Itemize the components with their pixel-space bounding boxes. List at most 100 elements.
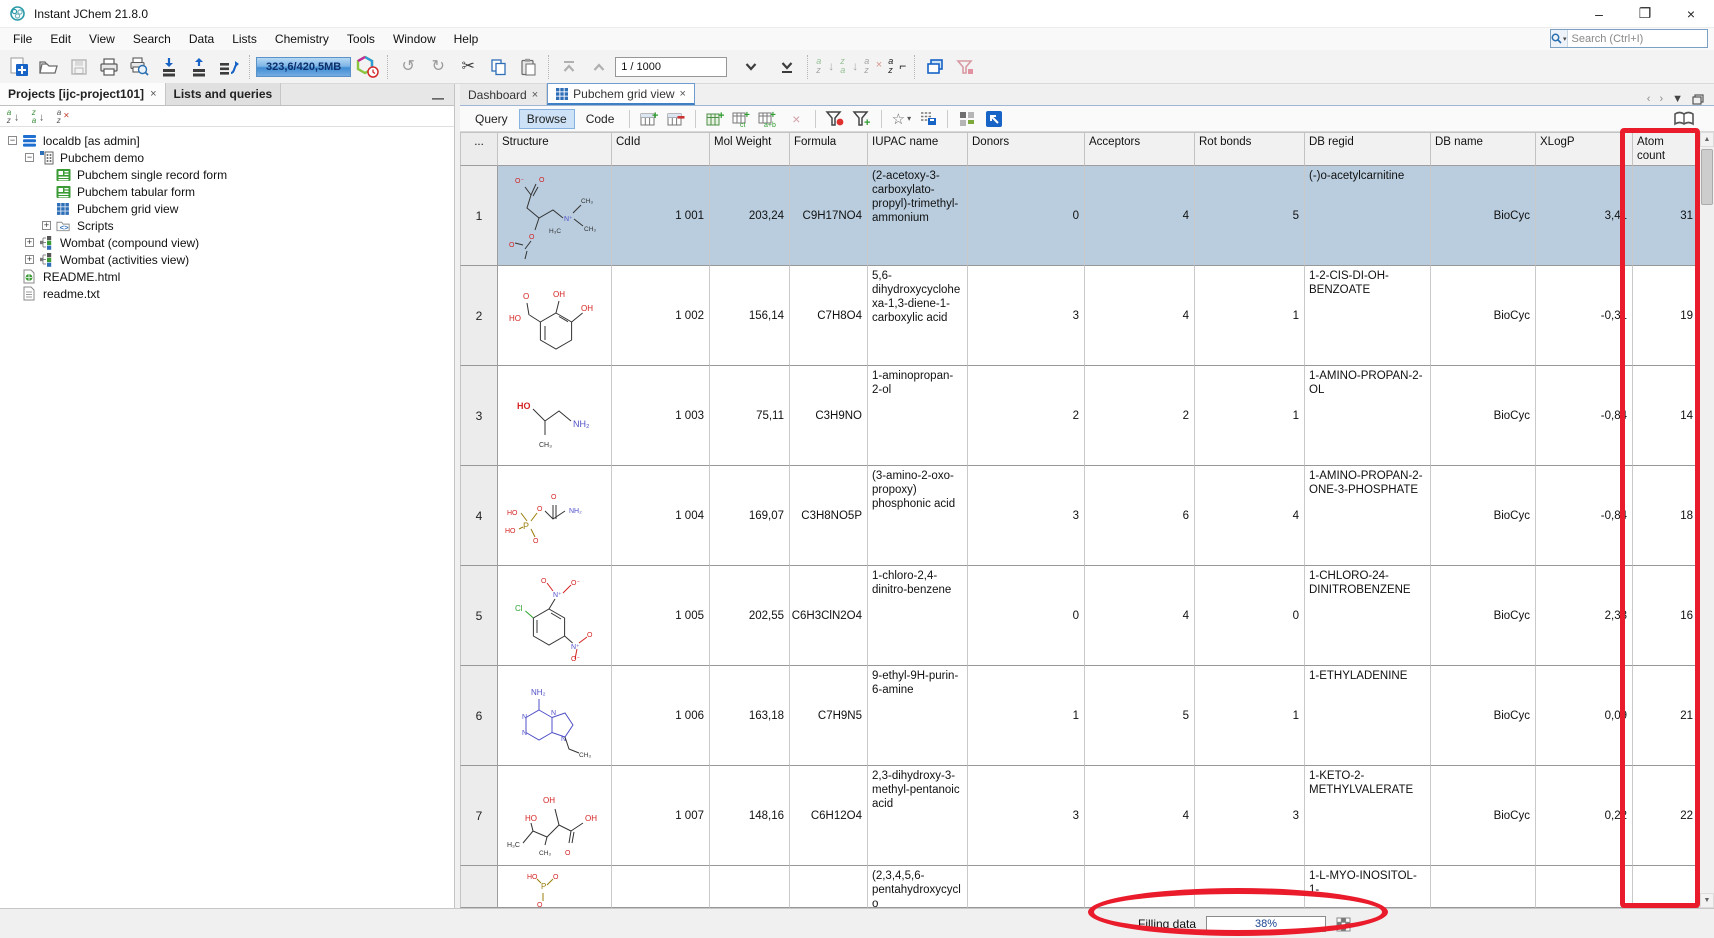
first-record-button[interactable] — [555, 54, 583, 80]
cell-acceptors[interactable]: 5 — [1085, 666, 1195, 766]
record-position-field[interactable] — [615, 57, 727, 77]
cell-db_name[interactable] — [1431, 866, 1536, 908]
row-number[interactable]: 5 — [460, 566, 498, 666]
menu-help[interactable]: Help — [445, 29, 488, 49]
cell-atom_count[interactable] — [1633, 866, 1699, 908]
grid-row[interactable]: 6NNNNNH₂CH₃1 006163,18C7H9N59-ethyl-9H-p… — [460, 666, 1699, 766]
grid-row[interactable]: 5ClN⁺OO⁻N⁺OO⁻1 005202,55C6H3ClN2O41-chlo… — [460, 566, 1699, 666]
cell-donors[interactable]: 3 — [968, 766, 1085, 866]
cell-mol_weight[interactable]: 75,11 — [710, 366, 790, 466]
filter-add-button[interactable]: + — [850, 108, 874, 130]
favorites-star-button[interactable]: ☆▾ — [889, 108, 913, 130]
cell-formula[interactable] — [790, 866, 868, 908]
row-number[interactable]: 3 — [460, 366, 498, 466]
row-number[interactable]: 6 — [460, 666, 498, 766]
cell-atom_count[interactable]: 22 — [1633, 766, 1699, 866]
cell-iupac[interactable]: 1-chloro-2,4-dinitro-benzene — [868, 566, 968, 666]
paste-button[interactable] — [514, 54, 542, 80]
scroll-tabs-right-icon[interactable]: › — [1659, 93, 1663, 105]
tab-pubchem-grid-view[interactable]: Pubchem grid view × — [547, 83, 695, 105]
cell-donors[interactable]: 2 — [968, 366, 1085, 466]
tab-list-dropdown-icon[interactable]: ▼ — [1672, 93, 1683, 105]
cell-acceptors[interactable] — [1085, 866, 1195, 908]
grid-row[interactable]: 7H₃CHOOHOHOCH₃1 007148,16C6H12O42,3-dihy… — [460, 766, 1699, 866]
cell-cdid[interactable]: 1 003 — [612, 366, 710, 466]
cell-xlogp[interactable]: 0,22 — [1536, 766, 1633, 866]
print-preview-button[interactable] — [125, 54, 153, 80]
cell-formula[interactable]: C7H8O4 — [790, 266, 868, 366]
menu-chemistry[interactable]: Chemistry — [266, 29, 338, 49]
cell-iupac[interactable]: 5,6-dihydroxycyclohexa-1,3-diene-1-carbo… — [868, 266, 968, 366]
scroll-up-icon[interactable]: ▲ — [1700, 132, 1714, 147]
cell-db_regid[interactable]: 1-L-MYO-INOSITOL-1- — [1305, 866, 1431, 908]
cell-db_name[interactable]: BioCyc — [1431, 766, 1536, 866]
cell-iupac[interactable]: (2,3,4,5,6-pentahydroxycyclo — [868, 866, 968, 908]
cell-db_name[interactable]: BioCyc — [1431, 466, 1536, 566]
field-chooser-book-icon[interactable] — [1672, 108, 1696, 130]
memory-indicator[interactable]: 323,6/420,5MB — [256, 57, 351, 77]
window-layout-button[interactable] — [921, 54, 949, 80]
expand-icon[interactable]: + — [25, 238, 34, 247]
structure-cell[interactable]: ClN⁺OO⁻N⁺OO⁻ — [498, 566, 612, 666]
tree-item-pubchem-demo[interactable]: −Pubchem demo — [0, 149, 454, 166]
structure-cell[interactable]: O⁻ON⁺CH₃CH₃H₃COO — [498, 166, 612, 266]
cell-cdid[interactable]: 1 006 — [612, 666, 710, 766]
cell-cdid[interactable] — [612, 866, 710, 908]
cell-formula[interactable]: C3H9NO — [790, 366, 868, 466]
cell-cdid[interactable]: 1 002 — [612, 266, 710, 366]
column-header-structure[interactable]: Structure — [498, 132, 612, 166]
close-icon[interactable]: × — [532, 89, 538, 101]
widget-layout-button[interactable] — [955, 108, 979, 130]
cell-rot_bonds[interactable] — [1195, 866, 1305, 908]
menu-data[interactable]: Data — [180, 29, 223, 49]
cell-db_regid[interactable]: 1-AMINO-PROPAN-2-ONE-3-PHOSPHATE — [1305, 466, 1431, 566]
tree-sort-descending-button[interactable]: za↓ — [30, 108, 46, 124]
save-button[interactable] — [65, 54, 93, 80]
undo-button[interactable]: ↺ — [394, 54, 422, 80]
grid-row[interactable]: 4HOHOPOOONH₂1 004169,07C3H8NO5P(3-amino-… — [460, 466, 1699, 566]
cell-formula[interactable]: C6H12O4 — [790, 766, 868, 866]
export-button[interactable] — [185, 54, 213, 80]
add-chemical-terms-field-button[interactable]: +ct — [730, 108, 754, 130]
cell-atom_count[interactable]: 14 — [1633, 366, 1699, 466]
add-row-button[interactable]: + — [637, 108, 661, 130]
menu-search[interactable]: Search — [124, 29, 180, 49]
column-header-db-regid[interactable]: DB regid — [1305, 132, 1431, 166]
column-header-selector[interactable]: ... — [460, 132, 498, 166]
menu-view[interactable]: View — [80, 29, 124, 49]
cell-xlogp[interactable]: 3,41 — [1536, 166, 1633, 266]
tree-sort-ascending-button[interactable]: az↓ — [5, 108, 21, 124]
cell-db_name[interactable]: BioCyc — [1431, 166, 1536, 266]
cell-mol_weight[interactable]: 148,16 — [710, 766, 790, 866]
cell-donors[interactable]: 1 — [968, 666, 1085, 766]
global-search[interactable]: ▾ — [1550, 29, 1708, 48]
collapse-icon[interactable]: − — [8, 136, 17, 145]
column-header-formula[interactable]: Formula — [790, 132, 868, 166]
cell-rot_bonds[interactable]: 3 — [1195, 766, 1305, 866]
column-header-db-name[interactable]: DB name — [1431, 132, 1536, 166]
last-record-button[interactable] — [773, 54, 801, 80]
cell-xlogp[interactable] — [1536, 866, 1633, 908]
structure-cell[interactable]: OHOOHOH — [498, 266, 612, 366]
cell-xlogp[interactable]: -0,31 — [1536, 266, 1633, 366]
redo-button[interactable]: ↻ — [424, 54, 452, 80]
menu-tools[interactable]: Tools — [338, 29, 384, 49]
cell-donors[interactable]: 0 — [968, 166, 1085, 266]
cell-db_regid[interactable]: (-)o-acetylcarnitine — [1305, 166, 1431, 266]
cell-atom_count[interactable]: 31 — [1633, 166, 1699, 266]
row-number[interactable]: 4 — [460, 466, 498, 566]
cell-db_name[interactable]: BioCyc — [1431, 366, 1536, 466]
code-mode-button[interactable]: Code — [578, 109, 623, 129]
cell-db_name[interactable]: BioCyc — [1431, 666, 1536, 766]
scroll-tabs-left-icon[interactable]: ‹ — [1647, 93, 1651, 105]
row-number[interactable]: 2 — [460, 266, 498, 366]
cell-cdid[interactable]: 1 007 — [612, 766, 710, 866]
grid-row[interactable]: 3HONH₂CH₃1 00375,11C3H9NO1-aminopropan-2… — [460, 366, 1699, 466]
cell-atom_count[interactable]: 21 — [1633, 666, 1699, 766]
close-icon[interactable]: × — [150, 88, 156, 100]
cell-xlogp[interactable]: 2,33 — [1536, 566, 1633, 666]
cell-acceptors[interactable]: 4 — [1085, 166, 1195, 266]
cell-acceptors[interactable]: 4 — [1085, 266, 1195, 366]
cell-rot_bonds[interactable]: 1 — [1195, 266, 1305, 366]
cell-acceptors[interactable]: 4 — [1085, 766, 1195, 866]
